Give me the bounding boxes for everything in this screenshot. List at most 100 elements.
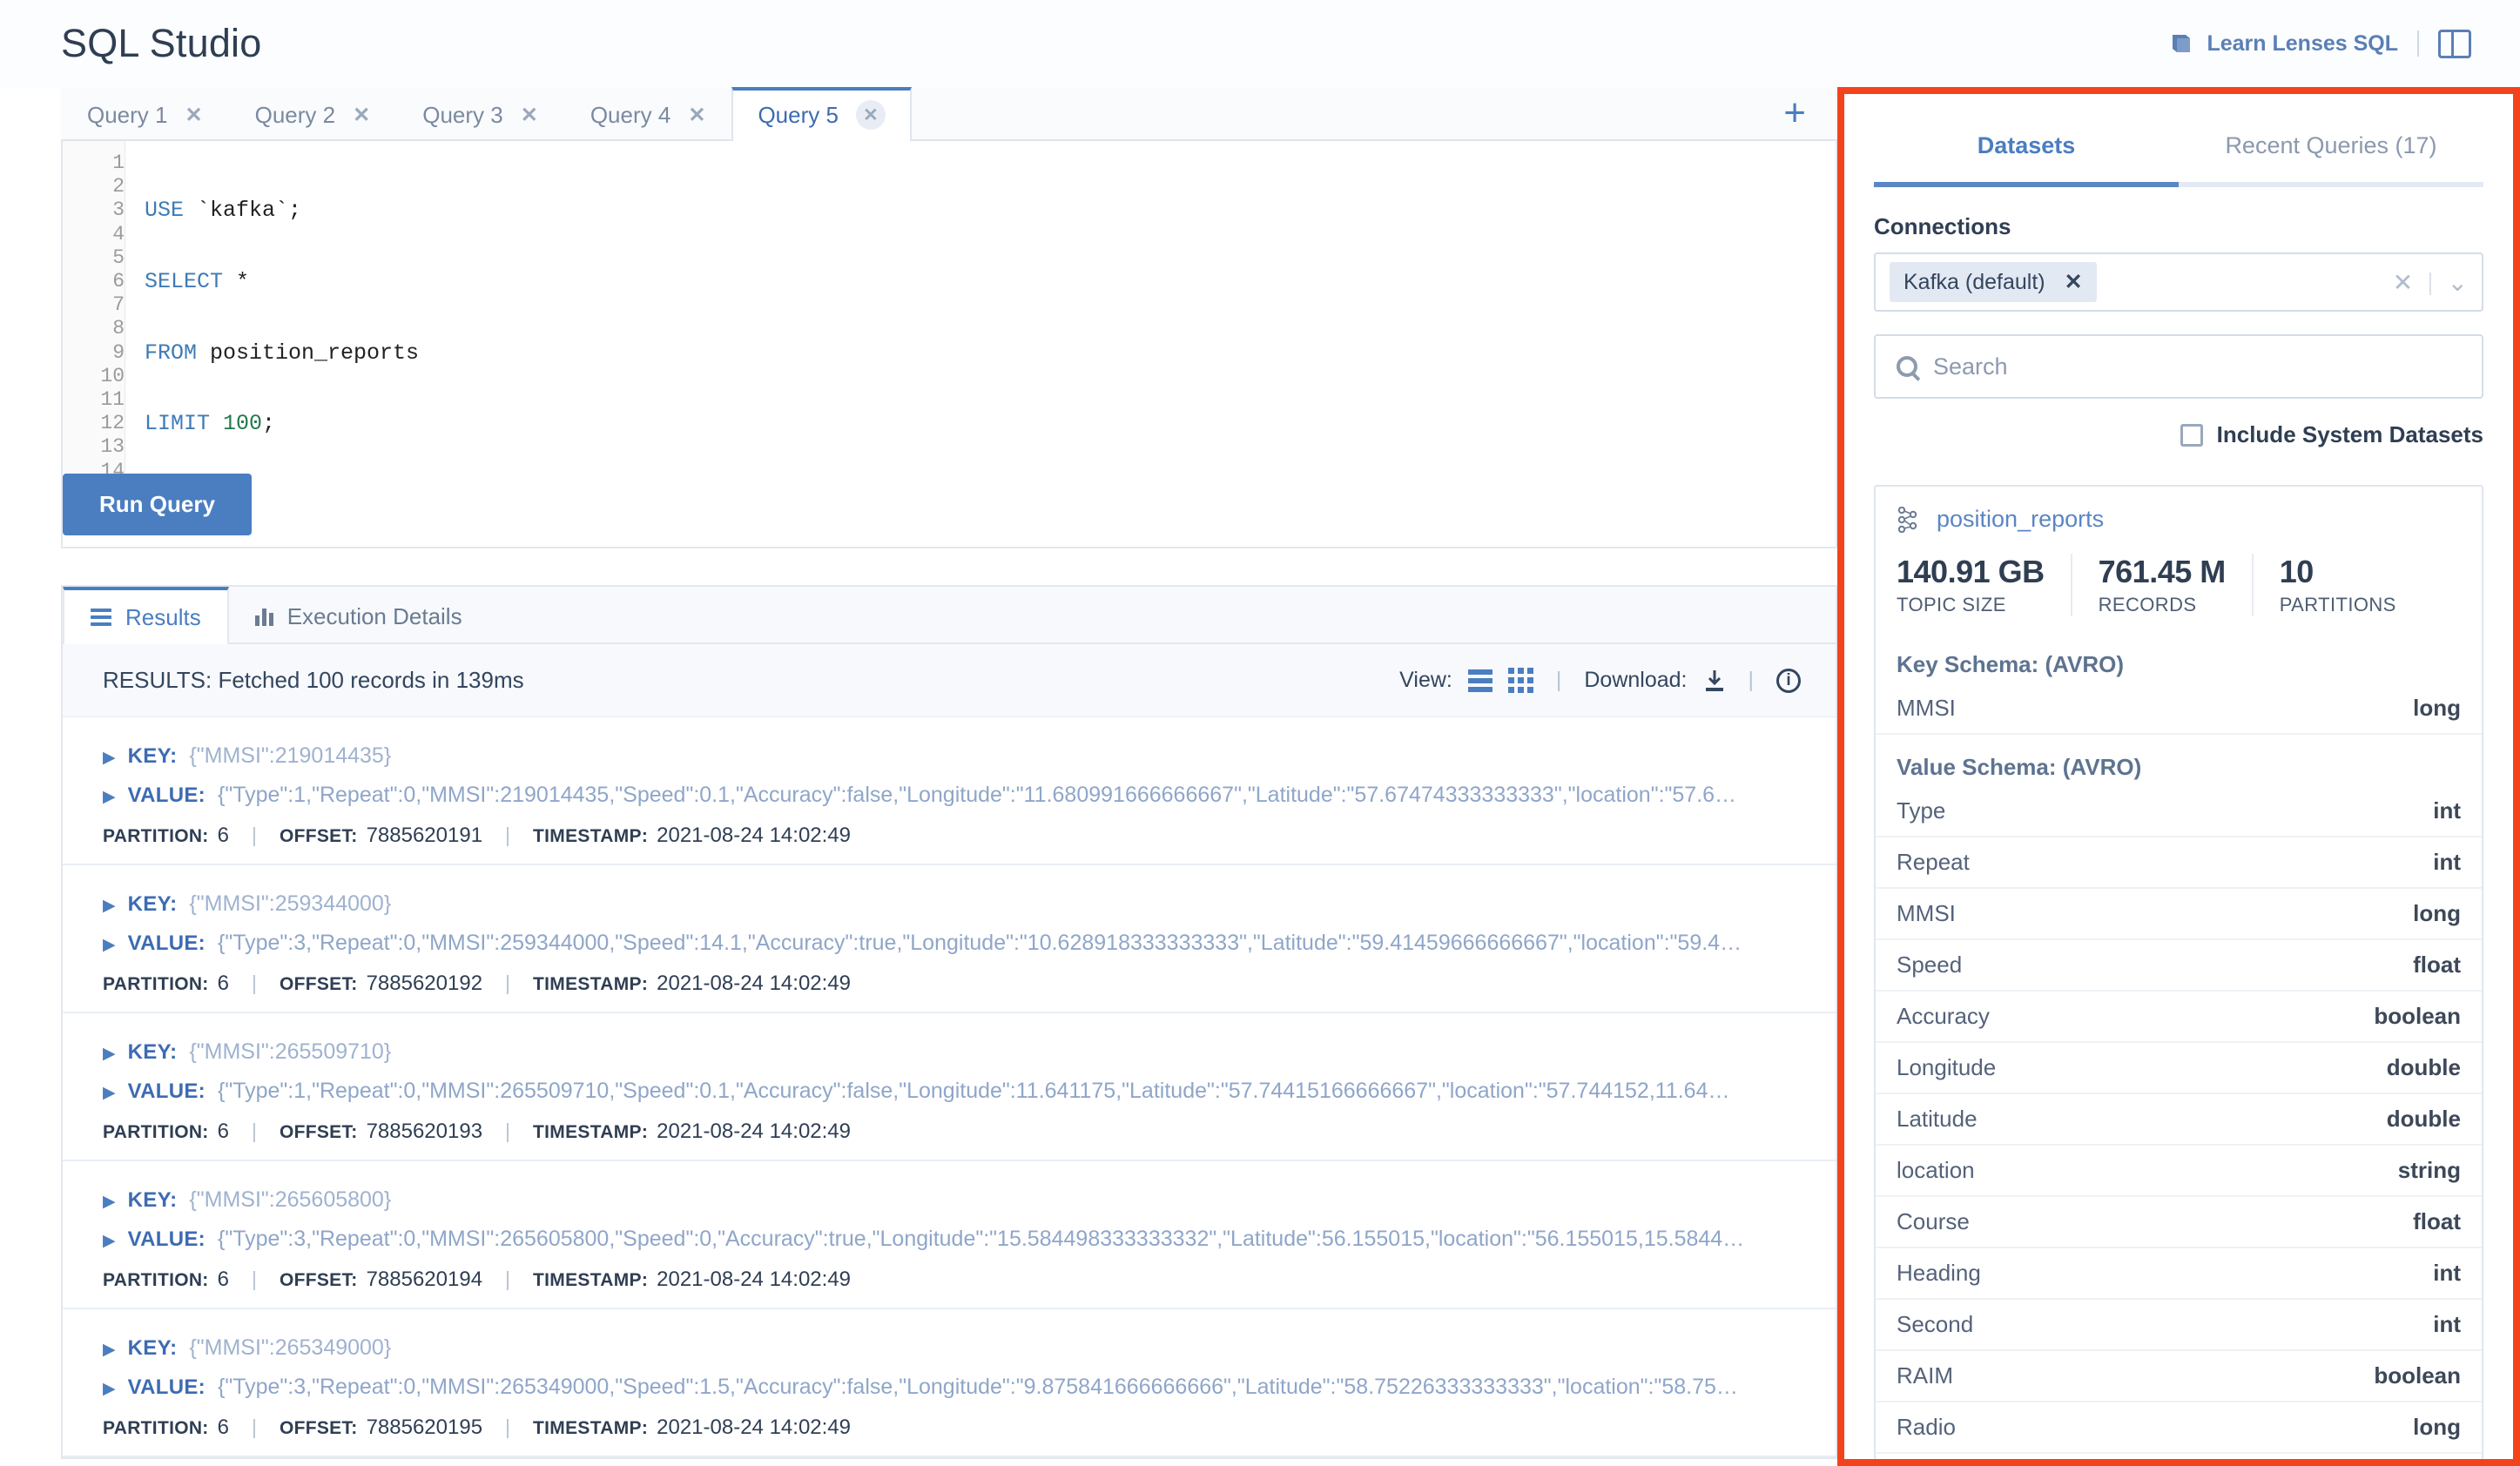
close-icon[interactable]: ✕ [521, 103, 538, 128]
tab-results[interactable]: Results [63, 587, 229, 644]
query-tab-4[interactable]: Query 4 ✕ [564, 87, 732, 139]
stat-records: 761.45 M RECORDS [2099, 554, 2254, 616]
chevron-right-icon[interactable]: ▶ [103, 789, 116, 805]
schema-type: boolean [2374, 1362, 2461, 1389]
chevron-right-icon[interactable]: ▶ [103, 1085, 116, 1101]
chevron-right-icon[interactable]: ▶ [103, 750, 116, 766]
include-system-datasets-checkbox[interactable] [2180, 423, 2203, 447]
meta-divider: | [251, 824, 257, 846]
record-key-line[interactable]: ▶ KEY: {"MMSI":265349000} [103, 1328, 1796, 1368]
record-value-line[interactable]: ▶ VALUE: {"Type":1,"Repeat":0,"MMSI":219… [103, 776, 1796, 815]
chevron-right-icon[interactable]: ▶ [103, 1381, 116, 1397]
sql-code[interactable]: USE `kafka`; SELECT * FROM position_repo… [125, 141, 419, 474]
chevron-right-icon[interactable]: ▶ [103, 898, 116, 914]
schema-row: Second int [1876, 1300, 2482, 1351]
panel-tabs: Datasets Recent Queries (17) [1874, 113, 2483, 182]
select-actions: ✕ | ⌄ [2393, 268, 2468, 297]
schema-type: int [2433, 849, 2461, 875]
value-label: VALUE: [127, 1375, 206, 1399]
table-row: ▶ KEY: {"MMSI":265349000} ▶ VALUE: {"Typ… [63, 1309, 1836, 1457]
learn-lenses-sql-link[interactable]: Learn Lenses SQL [2170, 31, 2398, 57]
chevron-right-icon[interactable]: ▶ [103, 1233, 116, 1249]
view-label: View: [1399, 668, 1452, 692]
topic-icon [1897, 506, 1919, 533]
close-icon[interactable]: ✕ [2065, 269, 2083, 295]
connection-chip[interactable]: Kafka (default) ✕ [1890, 262, 2097, 302]
schema-field: location [1897, 1157, 1975, 1183]
chevron-right-icon[interactable]: ▶ [103, 1194, 116, 1210]
schema-row: Statusint [1876, 1454, 2482, 1459]
tab-datasets[interactable]: Datasets [1874, 113, 2179, 182]
record-value-line[interactable]: ▶ VALUE: {"Type":3,"Repeat":0,"MMSI":265… [103, 1368, 1796, 1407]
table-row: ▶ KEY: {"MMSI":219014435} ▶ VALUE: {"Typ… [63, 717, 1836, 865]
info-icon[interactable]: i [1776, 668, 1801, 693]
record-value-line[interactable]: ▶ VALUE: {"Type":3,"Repeat":0,"MMSI":259… [103, 924, 1796, 963]
sql-editor[interactable]: 1 2 3 4 5 6 7 8 9 10 11 12 13 14 USE `ka… [63, 141, 1836, 482]
record-key-line[interactable]: ▶ KEY: {"MMSI":219014435} [103, 736, 1796, 776]
schema-field: Accuracy [1897, 1003, 1990, 1029]
close-icon[interactable]: ✕ [855, 100, 886, 130]
record-value-line[interactable]: ▶ VALUE: {"Type":1,"Repeat":0,"MMSI":265… [103, 1072, 1796, 1111]
datasets-panel-highlight: Datasets Recent Queries (17) Connections… [1837, 87, 2520, 1466]
partition-label: PARTITION: [103, 974, 209, 994]
close-icon[interactable]: ✕ [353, 103, 370, 128]
datasets-panel: Datasets Recent Queries (17) Connections… [1844, 94, 2513, 1459]
clear-icon[interactable]: ✕ [2393, 268, 2413, 297]
query-tab-label: Query 2 [254, 101, 336, 128]
include-system-datasets-row[interactable]: Include System Datasets [1874, 421, 2483, 448]
meta-divider: | [505, 1120, 511, 1142]
table-row: ▶ KEY: {"MMSI":259344000} ▶ VALUE: {"Typ… [63, 865, 1836, 1013]
query-tab-label: Query 3 [422, 101, 503, 128]
timestamp-value: 2021-08-24 14:02:49 [657, 1120, 851, 1143]
key-label: KEY: [127, 1336, 178, 1360]
offset-value: 7885620194 [366, 1268, 483, 1291]
query-tab-label: Query 1 [87, 101, 168, 128]
record-value-line[interactable]: ▶ VALUE: {"Type":3,"Repeat":0,"MMSI":265… [103, 1220, 1796, 1259]
add-query-tab-button[interactable]: + [1752, 87, 1837, 139]
partition-value: 6 [217, 1416, 229, 1439]
meta-divider: | [251, 972, 257, 994]
schema-field: Radio [1897, 1414, 1956, 1440]
query-tab-2[interactable]: Query 2 ✕ [229, 87, 397, 139]
partition-label: PARTITION: [103, 826, 209, 846]
record-key-line[interactable]: ▶ KEY: {"MMSI":259344000} [103, 884, 1796, 924]
schema-row: Radio long [1876, 1402, 2482, 1454]
connections-select[interactable]: Kafka (default) ✕ ✕ | ⌄ [1874, 252, 2483, 312]
chevron-right-icon[interactable]: ▶ [103, 1046, 116, 1062]
meta-divider: | [505, 824, 511, 846]
run-query-button[interactable]: Run Query [63, 474, 252, 535]
chevron-right-icon[interactable]: ▶ [103, 937, 116, 953]
timestamp-value: 2021-08-24 14:02:49 [657, 1416, 851, 1439]
schema-type: double [2386, 1106, 2461, 1132]
tab-recent-queries[interactable]: Recent Queries (17) [2179, 113, 2483, 182]
sql-text: `kafka`; [184, 198, 302, 224]
stat-caption: RECORDS [2098, 594, 2197, 615]
record-key-line[interactable]: ▶ KEY: {"MMSI":265509710} [103, 1032, 1796, 1072]
schema-row: Accuracy boolean [1876, 992, 2482, 1043]
query-tab-3[interactable]: Query 3 ✕ [396, 87, 564, 139]
query-tab-5[interactable]: Query 5 ✕ [731, 87, 912, 141]
grid-view-icon[interactable] [1507, 668, 1533, 693]
query-tab-1[interactable]: Query 1 ✕ [61, 87, 229, 139]
stat-caption: PARTITIONS [2279, 594, 2396, 615]
dataset-header[interactable]: position_reports [1876, 487, 2482, 548]
search-input[interactable]: Search [1874, 334, 2483, 399]
line-number: 5 [112, 245, 125, 269]
tools-divider-2: | [1748, 668, 1755, 692]
record-key-line[interactable]: ▶ KEY: {"MMSI":265605800} [103, 1180, 1796, 1220]
list-view-icon[interactable] [1467, 669, 1492, 692]
run-bar: Run Query [63, 474, 1836, 547]
sql-keyword: FROM [145, 340, 198, 366]
schema-field: Type [1897, 797, 1946, 824]
close-icon[interactable]: ✕ [688, 103, 705, 128]
chevron-down-icon[interactable]: ⌄ [2448, 268, 2468, 297]
tab-execution-details[interactable]: Execution Details [229, 587, 489, 642]
close-icon[interactable]: ✕ [185, 103, 203, 128]
split-panel-icon[interactable] [2438, 29, 2471, 58]
results-panel: Results Execution Details RESULTS: Fetch… [61, 585, 1837, 1459]
download-icon[interactable] [1703, 669, 1726, 693]
dataset-name[interactable]: position_reports [1937, 506, 2104, 533]
key-schema-title: Key Schema: (AVRO) [1897, 651, 2125, 677]
datasets-sidebar: Datasets Recent Queries (17) Connections… [1837, 87, 2520, 1466]
chevron-right-icon[interactable]: ▶ [103, 1342, 116, 1358]
